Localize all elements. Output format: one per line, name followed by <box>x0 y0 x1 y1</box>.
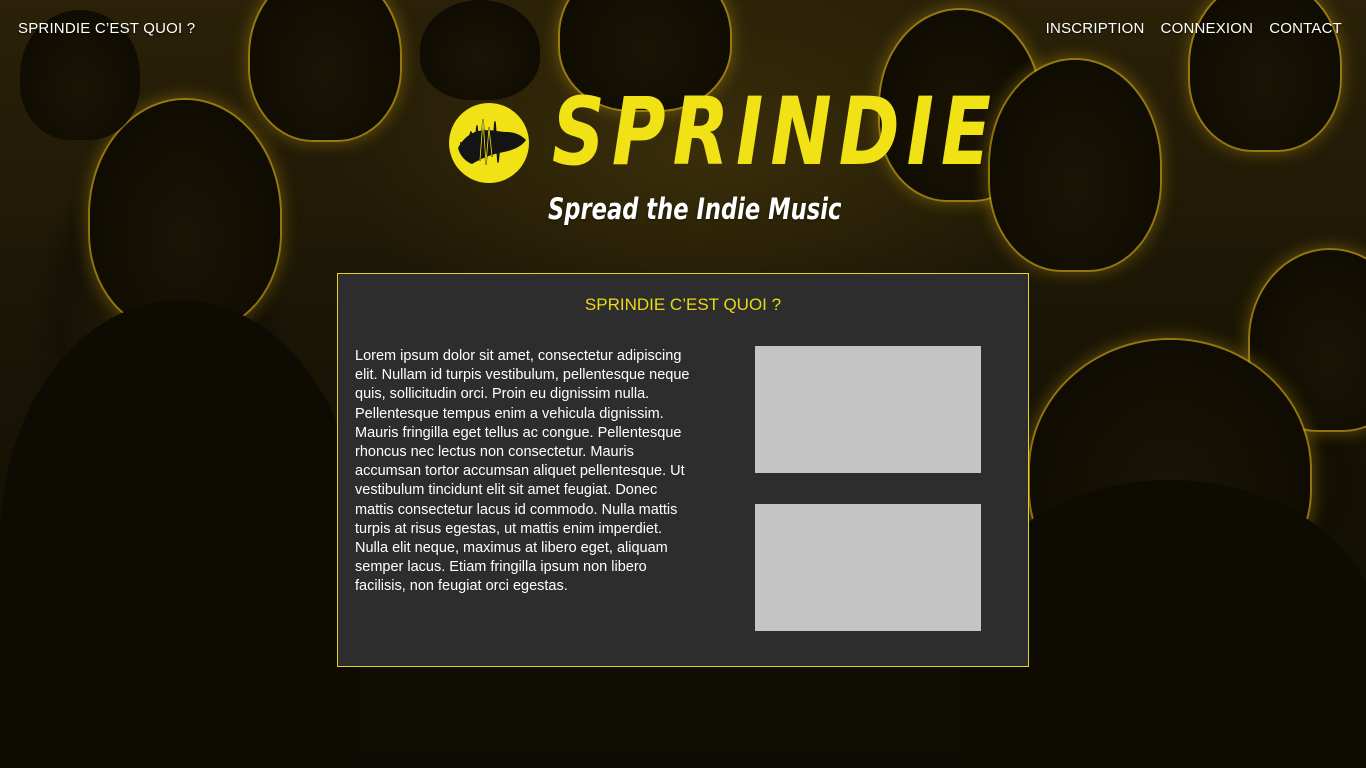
top-nav: INSCRIPTION CONNEXION CONTACT <box>1046 20 1342 37</box>
image-placeholder-1 <box>755 346 981 473</box>
about-panel: SPRINDIE C’EST QUOI ? Lorem ipsum dolor … <box>337 273 1029 667</box>
nav-signup-link[interactable]: INSCRIPTION <box>1046 20 1145 37</box>
image-placeholder-2 <box>755 504 981 631</box>
about-text: Lorem ipsum dolor sit amet, consectetur … <box>355 348 690 595</box>
nav-login-link[interactable]: CONNEXION <box>1161 20 1254 37</box>
nav-about-link[interactable]: SPRINDIE C’EST QUOI ? <box>18 20 195 37</box>
nav-contact-link[interactable]: CONTACT <box>1269 20 1342 37</box>
soundwave-circle-icon <box>449 103 529 183</box>
about-title: SPRINDIE C’EST QUOI ? <box>584 295 782 314</box>
brand-tagline: Spread the Indie Music <box>548 192 842 226</box>
brand-name: SPRINDIE <box>552 78 999 187</box>
